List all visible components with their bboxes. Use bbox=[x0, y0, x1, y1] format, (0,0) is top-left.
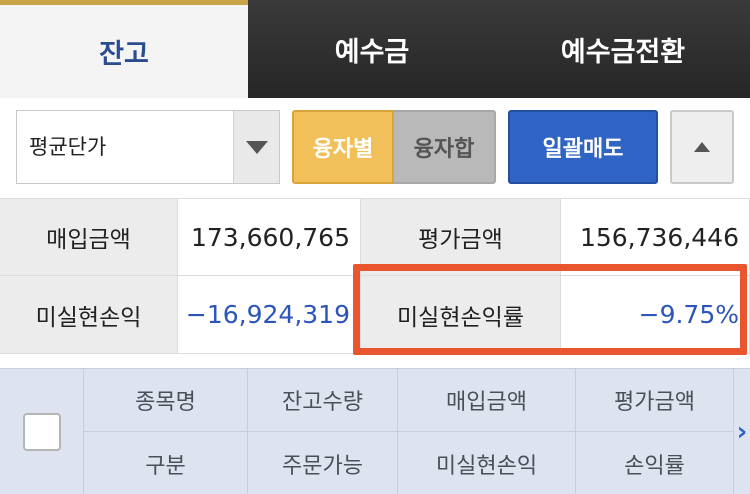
unrealized-pl-label: 미실현손익 bbox=[0, 276, 178, 354]
col-balance-qty[interactable]: 잔고수량 bbox=[248, 369, 398, 432]
buy-amount-label: 매입금액 bbox=[0, 198, 178, 276]
price-type-select[interactable]: 평균단가 bbox=[16, 110, 280, 184]
col-eval-amount[interactable]: 평가금액 bbox=[576, 369, 734, 432]
chevron-down-icon[interactable] bbox=[233, 111, 279, 183]
eval-amount-value: 156,736,446 bbox=[561, 198, 750, 276]
col-type[interactable]: 구분 bbox=[84, 432, 248, 494]
col-orderable[interactable]: 주문가능 bbox=[248, 432, 398, 494]
price-type-value: 평균단가 bbox=[29, 135, 107, 159]
col-pl-rate[interactable]: 손익률 bbox=[576, 432, 734, 494]
by-loan-button[interactable]: 융자별 bbox=[292, 110, 394, 184]
chevron-right-icon[interactable]: › bbox=[734, 417, 750, 447]
col-stock-name[interactable]: 종목명 bbox=[84, 369, 248, 432]
triangle-up-icon bbox=[694, 142, 710, 152]
balance-summary: 매입금액 173,660,765 평가금액 156,736,446 미실현손익 … bbox=[0, 198, 750, 354]
control-row: 평균단가 융자별 융자합 일괄매도 bbox=[0, 98, 750, 198]
col-buy-amount[interactable]: 매입금액 bbox=[398, 369, 576, 432]
tab-bar: 잔고 예수금 예수금전환 bbox=[0, 0, 750, 98]
tab-deposit[interactable]: 예수금 bbox=[248, 0, 496, 98]
tab-balance[interactable]: 잔고 bbox=[0, 0, 248, 98]
eval-amount-label: 평가금액 bbox=[361, 198, 561, 276]
unrealized-rate-value: −9.75% bbox=[561, 276, 750, 354]
loan-sum-button[interactable]: 융자합 bbox=[394, 110, 496, 184]
collapse-button[interactable] bbox=[670, 110, 734, 184]
select-all-checkbox[interactable] bbox=[22, 413, 61, 451]
bulk-sell-button[interactable]: 일괄매도 bbox=[508, 110, 658, 184]
unrealized-pl-value: −16,924,319 bbox=[178, 276, 361, 354]
tab-deposit-transfer[interactable]: 예수금전환 bbox=[496, 0, 750, 98]
select-all-cell bbox=[0, 369, 84, 494]
buy-amount-value: 173,660,765 bbox=[178, 198, 361, 276]
holdings-column-header: 종목명 잔고수량 매입금액 평가금액 구분 주문가능 미실현손익 손익률 › bbox=[0, 368, 750, 494]
col-unrealized-pl[interactable]: 미실현손익 bbox=[398, 432, 576, 494]
unrealized-rate-label: 미실현손익률 bbox=[361, 276, 561, 354]
